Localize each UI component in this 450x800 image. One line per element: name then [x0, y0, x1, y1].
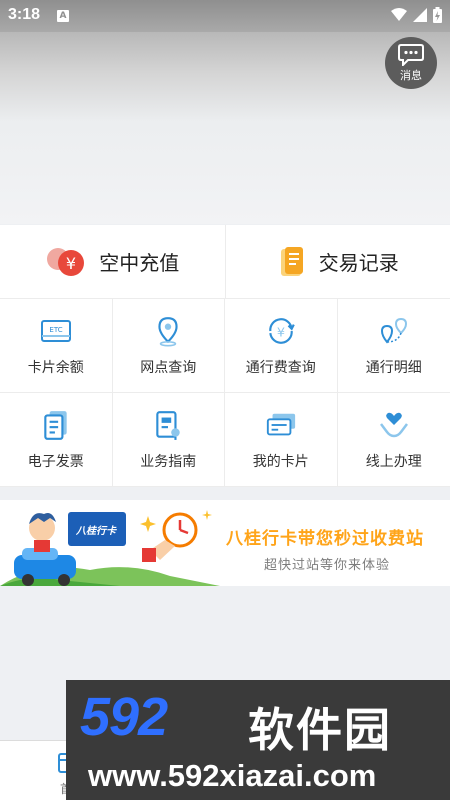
invoice-icon — [44, 410, 67, 440]
grid-item-label: 网点查询 — [140, 359, 197, 376]
banner-subtitle: 超快过站等你来体验 — [264, 558, 391, 573]
wifi-icon — [391, 8, 407, 21]
grid-item-toll-details[interactable]: 通行明细 — [337, 299, 450, 393]
battery-icon — [433, 7, 442, 23]
cards-icon — [266, 413, 295, 435]
location-pin-icon — [158, 316, 178, 347]
watermark-logo: 592 — [80, 687, 168, 747]
watermark: 592 软件园 www.592xiazai.com — [66, 680, 450, 800]
chat-bubble-icon — [398, 43, 424, 66]
hand-heart-icon — [379, 412, 408, 437]
route-icon — [380, 317, 407, 344]
grid-item-label: 通行明细 — [365, 359, 422, 376]
etc-card-icon: ETC — [40, 319, 71, 342]
quick-action-label: 空中充值 — [99, 251, 180, 275]
grid-item-e-invoice[interactable]: 电子发票 — [0, 393, 113, 487]
grid-item-service-guide[interactable]: 业务指南 — [112, 393, 225, 487]
coins-icon: ¥ — [47, 247, 85, 276]
grid-item-label: 线上办理 — [365, 453, 422, 470]
grid-item-label: 电子发票 — [27, 453, 84, 470]
watermark-brand: 软件园 — [248, 703, 392, 757]
scroll-icon — [280, 246, 303, 276]
etc-card-image: 八桂行卡 — [68, 512, 126, 546]
status-bar: 3:18 A — [0, 0, 450, 32]
message-button[interactable]: 消息 — [385, 37, 437, 89]
status-time: 3:18 — [8, 6, 41, 23]
status-icons — [391, 7, 442, 23]
yen-refresh-icon: ¥ — [269, 317, 295, 344]
grid-item-outlet-search[interactable]: 网点查询 — [112, 299, 225, 393]
signal-icon — [413, 8, 427, 22]
service-grid: ETC 卡片余额 网点查询 ¥ 通行费查询 通行明细 电子发票 业务指南 我的卡… — [0, 299, 450, 487]
svg-text:¥: ¥ — [277, 325, 285, 340]
quick-action-label: 交易记录 — [318, 251, 399, 275]
guide-icon — [156, 410, 180, 440]
quick-actions: ¥ 空中充值 交易记录 — [0, 225, 450, 299]
header-banner-area — [0, 32, 450, 224]
grid-item-label: 通行费查询 — [245, 359, 316, 376]
watermark-url: www.592xiazai.com — [88, 758, 377, 793]
grid-item-label: 我的卡片 — [252, 453, 309, 470]
message-button-label: 消息 — [400, 68, 422, 82]
banner-title: 八桂行卡带您秒过收费站 — [226, 529, 424, 549]
grid-item-label: 业务指南 — [140, 453, 197, 470]
grid-item-online-service[interactable]: 线上办理 — [337, 393, 450, 487]
svg-text:ETC: ETC — [49, 326, 62, 334]
notification-badge: A — [57, 10, 69, 22]
grid-item-card-balance[interactable]: ETC 卡片余额 — [0, 299, 113, 393]
quick-action-recharge[interactable]: ¥ 空中充值 — [0, 225, 225, 298]
svg-text:¥: ¥ — [66, 254, 76, 273]
card-text: 八桂行卡 — [76, 526, 116, 537]
grid-item-my-cards[interactable]: 我的卡片 — [225, 393, 338, 487]
grid-item-label: 卡片余额 — [27, 359, 84, 376]
promo-banner[interactable]: 八桂行卡 八桂行卡带您秒过收费站 超快过站等你来体验 — [0, 500, 450, 586]
grid-item-toll-search[interactable]: ¥ 通行费查询 — [225, 299, 338, 393]
quick-action-transactions[interactable]: 交易记录 — [224, 225, 450, 298]
